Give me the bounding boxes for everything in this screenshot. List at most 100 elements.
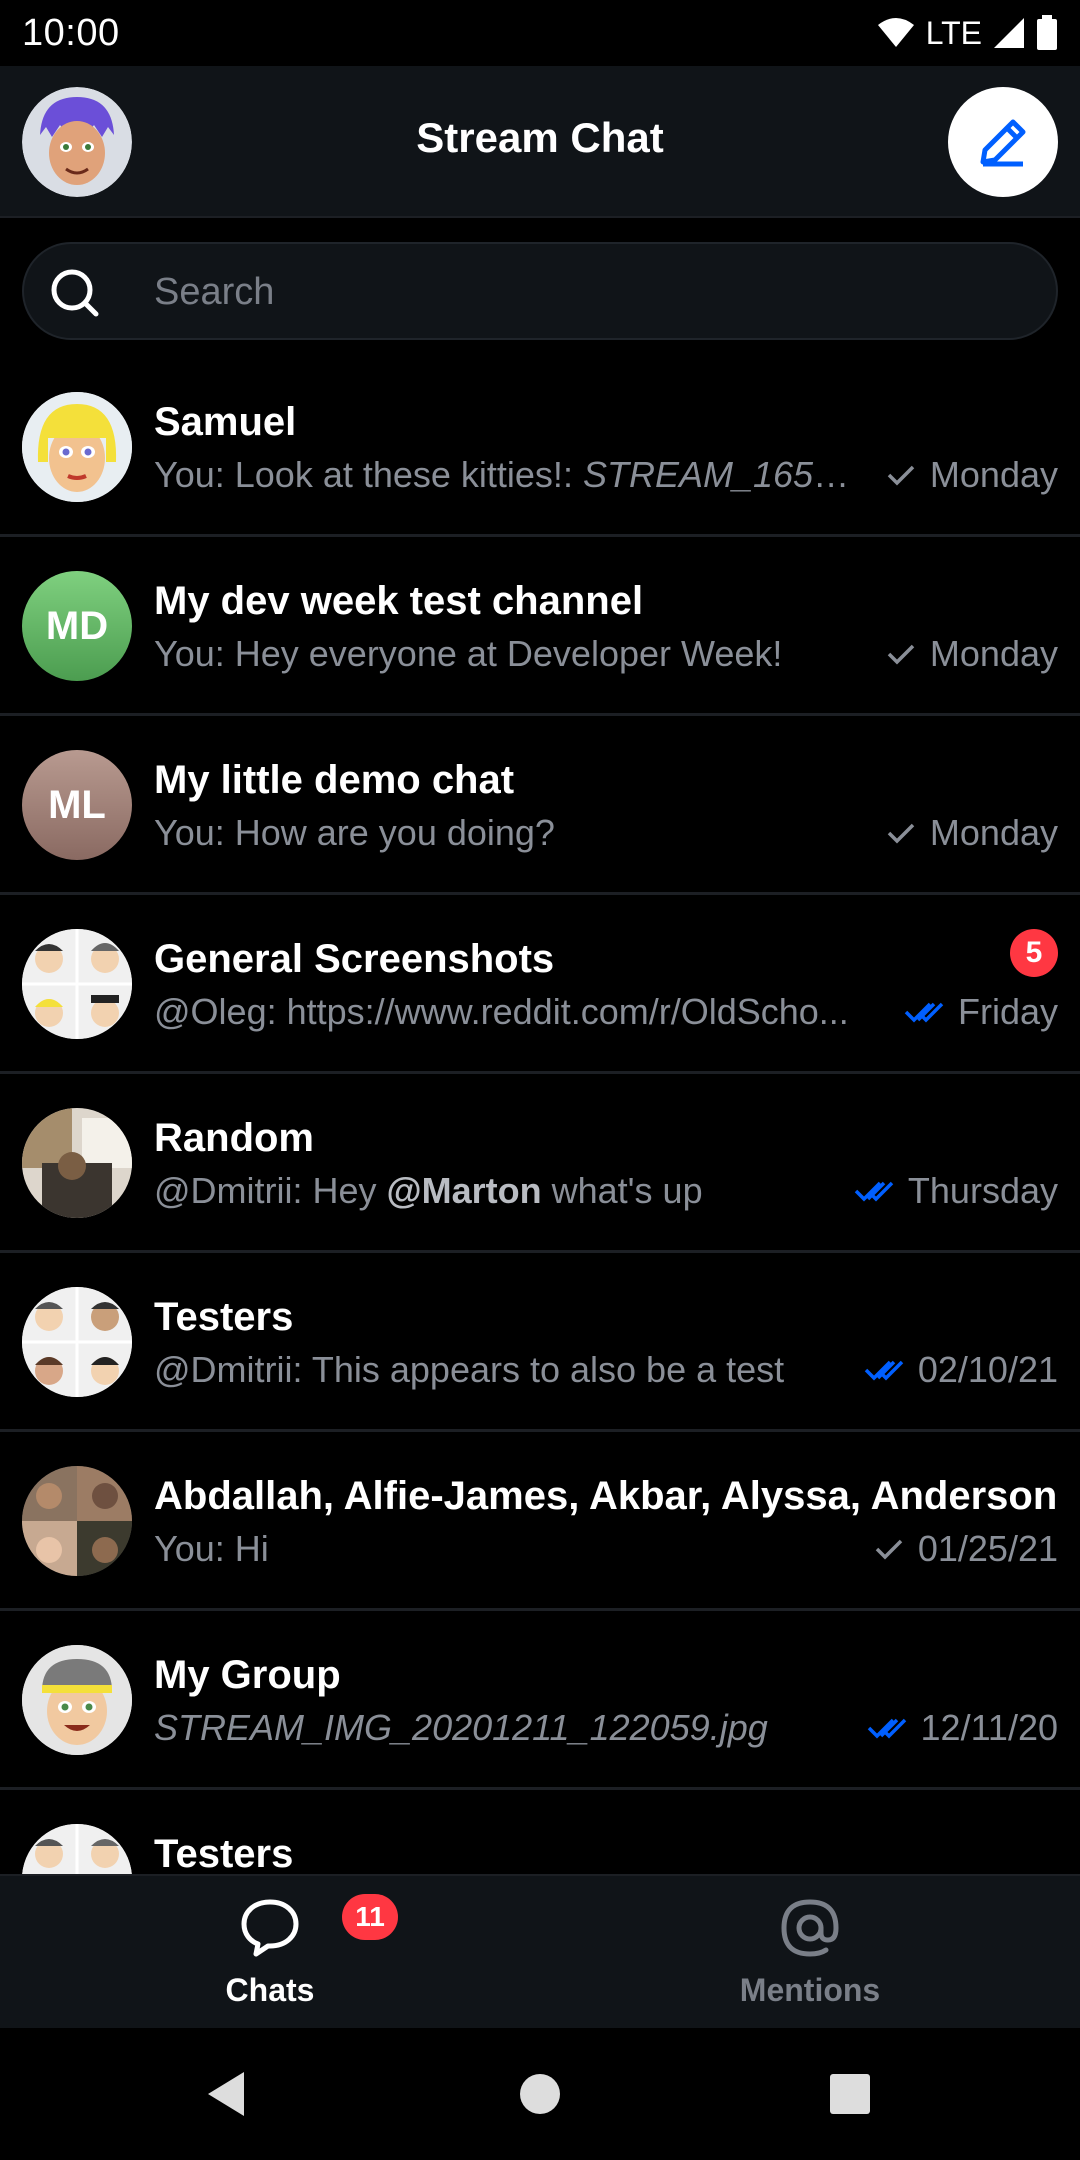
channel-name: Random [154,1116,314,1160]
channel-row[interactable]: Samuel You: Look at these kitties!: STRE… [0,358,1080,537]
message-date: 02/10/21 [917,1349,1058,1390]
last-message-preview: You: Hey everyone at Developer Week! [154,633,783,674]
chat-bubble-icon [241,1899,299,1957]
user-avatar-icon [22,392,132,502]
message-date: Friday [957,991,1058,1032]
page-title: Stream Chat [416,114,664,161]
read-double-check-icon [904,1002,944,1023]
message-date: 01/25/21 [917,1528,1058,1569]
recents-button[interactable] [820,2064,880,2124]
channel-avatar [22,1466,132,1576]
channel-name: My Group [154,1653,341,1697]
channel-avatar [22,392,132,502]
channel-row[interactable]: MD My dev week test channel You: Hey eve… [0,537,1080,716]
channel-row[interactable]: Abdallah, Alfie-James, Akbar, Alyssa, An… [0,1432,1080,1611]
channel-avatar [22,929,132,1039]
tab-label: Mentions [739,1972,881,2008]
channel-row[interactable]: Testers @Dmitrii: This appears to also b… [0,1253,1080,1432]
message-date: Monday [929,633,1058,674]
tab-label: Chats [225,1972,315,2008]
app-root: 10:00 LTE Stream Chat Search Samuel You:… [0,0,1080,2160]
photo-avatar-icon [22,1108,132,1218]
channel-row[interactable]: General Screenshots 5 @Oleg: https://www… [0,895,1080,1074]
app-header: Stream Chat [0,66,1080,218]
group-avatar-icon [22,1287,132,1397]
sent-check-icon [887,644,915,665]
channel-name: Samuel [154,400,297,444]
back-triangle-icon [208,2072,244,2116]
channel-avatar: ML [22,750,132,860]
status-time: 10:00 [22,11,120,54]
search-bar[interactable] [22,242,1058,340]
sent-check-icon [887,823,915,844]
group-avatar-icon [22,1824,132,1874]
user-avatar-icon [22,1645,132,1755]
preview-text: @Dmitrii: Hey [154,1170,387,1211]
channel-name: Testers [154,1295,294,1339]
last-message-preview: You: How are you doing? [154,812,555,853]
preview-text: what's up [541,1170,703,1211]
channel-name: Testers [154,1832,294,1874]
channel-row[interactable]: Random @Dmitrii: Hey @Marton what's up T… [0,1074,1080,1253]
preview-text: You: Look at these kitties!: [154,454,583,495]
attachment-name: STREAM_IMG_20201211_122059.jpg [154,1707,768,1748]
read-double-check-icon [854,1181,894,1202]
tab-mentions[interactable]: Mentions [540,1876,1080,2030]
channel-row[interactable]: ML My little demo chat You: How are you … [0,716,1080,895]
last-message-preview: STREAM_IMG_20201211_122059.jpg [154,1707,834,1749]
avatar-initials: ML [48,782,106,827]
pencil-icon [980,119,1026,167]
sent-check-icon [887,465,915,486]
bottom-tab-bar: 11 Chats Mentions [0,1874,1080,2028]
message-meta: 02/10/21 [864,1349,1058,1391]
unread-count-badge: 11 [342,1894,398,1940]
last-message-preview: You: Look at these kitties!: STREAM_1659… [154,454,854,496]
message-meta: Monday [886,454,1058,496]
channel-avatar [22,1824,132,1874]
message-date: Monday [929,812,1058,853]
channel-avatar [22,1287,132,1397]
new-message-button[interactable] [948,87,1058,197]
unread-badge: 5 [1010,929,1058,977]
channel-name: General Screenshots [154,937,555,981]
status-bar: 10:00 LTE [0,0,1080,66]
last-message-preview: You: Hi [154,1528,269,1569]
channel-row[interactable]: My Group STREAM_IMG_20201211_122059.jpg … [0,1611,1080,1790]
search-icon [51,269,99,317]
channel-row[interactable]: Testers [0,1790,1080,1874]
tab-chats[interactable]: 11 Chats [0,1876,540,2030]
channel-list[interactable]: Samuel You: Look at these kitties!: STRE… [0,358,1080,1874]
channel-avatar [22,1108,132,1218]
message-meta: Monday [886,812,1058,854]
channel-avatar [22,1645,132,1755]
last-message-preview: @Dmitrii: Hey @Marton what's up [154,1170,834,1212]
message-meta: Friday [904,991,1058,1033]
message-date: Monday [929,454,1058,495]
signal-icon [994,18,1024,48]
message-meta: 12/11/20 [867,1707,1058,1749]
message-date: 12/11/20 [920,1707,1058,1748]
read-double-check-icon [864,1360,904,1381]
network-type: LTE [925,14,982,51]
sent-check-icon [875,1539,903,1560]
status-icons: LTE [876,15,1058,52]
recents-square-icon [830,2074,870,2114]
channel-avatar: MD [22,571,132,681]
at-sign-icon [781,1899,839,1957]
channel-name: Abdallah, Alfie-James, Akbar, Alyssa, An… [154,1474,1058,1518]
group-photo-avatar-icon [22,1466,132,1576]
home-button[interactable] [510,2064,570,2124]
back-button[interactable] [196,2064,256,2124]
attachment-name: STREAM_1659... [582,454,854,495]
wifi-icon [877,18,914,47]
search-input[interactable] [154,264,1034,320]
avatar-initials: MD [45,603,109,648]
battery-icon [1037,15,1057,50]
group-avatar-icon [22,929,132,1039]
last-message-preview: @Dmitrii: This appears to also be a test [154,1349,785,1390]
channel-name: My little demo chat [154,758,515,802]
read-double-check-icon [867,1718,906,1739]
message-meta: 01/25/21 [874,1528,1058,1570]
message-meta: Thursday [854,1170,1058,1212]
mention-text[interactable]: @Marton [387,1170,542,1211]
